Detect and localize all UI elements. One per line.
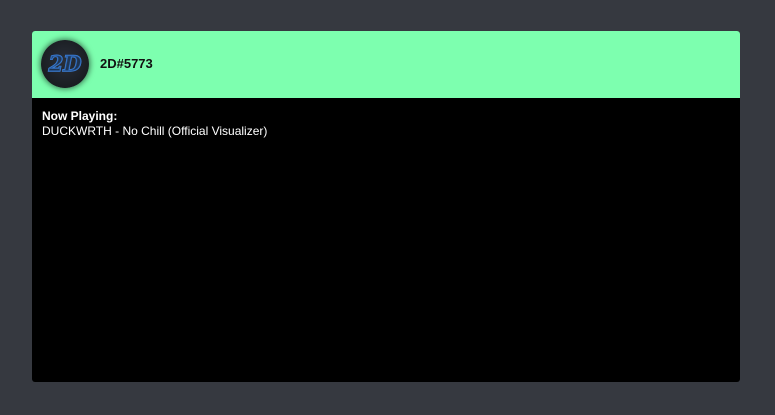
now-playing-label: Now Playing: <box>42 109 118 123</box>
now-playing-track: DUCKWRTH - No Chill (Official Visualizer… <box>42 124 268 138</box>
avatar: 2D 2D <box>41 40 89 88</box>
card-header: 2D 2D 2D#5773 <box>32 31 740 98</box>
2d-logo-icon: 2D 2D <box>47 50 83 76</box>
now-playing-card: 2D 2D 2D#5773 Now Playing: DUCKWRTH - No… <box>32 31 740 382</box>
svg-text:2D: 2D <box>48 51 83 76</box>
username: 2D#5773 <box>100 56 153 71</box>
card-body: Now Playing: DUCKWRTH - No Chill (Offici… <box>42 109 722 139</box>
